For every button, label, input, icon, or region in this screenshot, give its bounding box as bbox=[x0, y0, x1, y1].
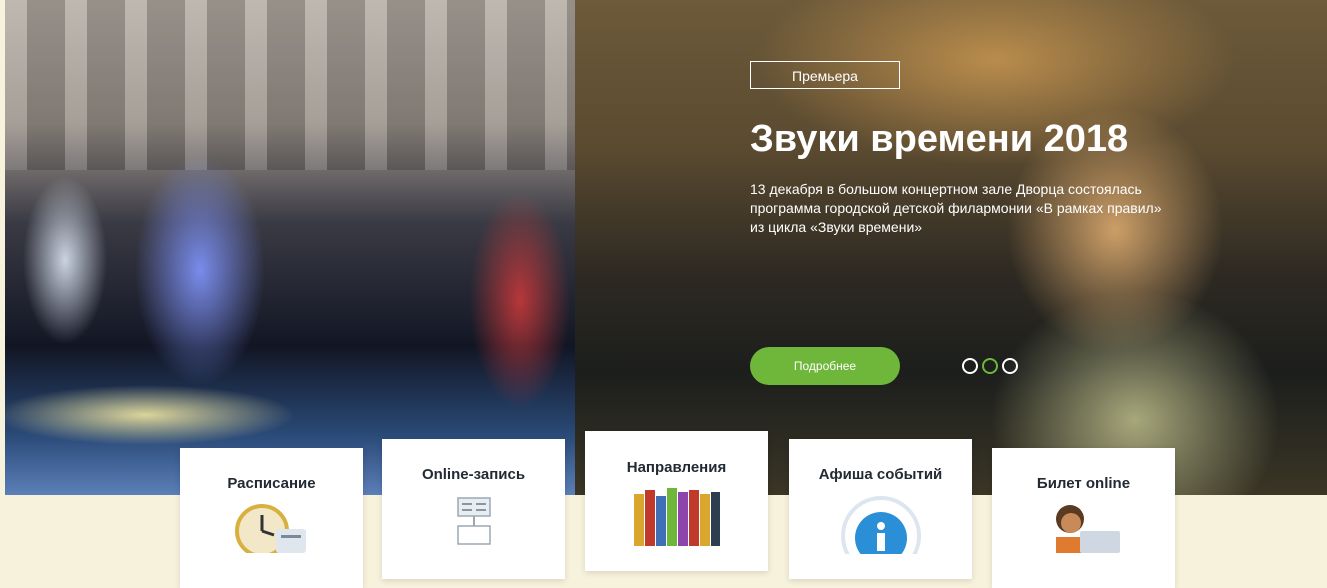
slider-dots bbox=[962, 358, 1022, 376]
card-online-registration[interactable]: Online-запись bbox=[382, 439, 565, 579]
books-icon bbox=[633, 488, 720, 546]
premiere-badge[interactable]: Премьера bbox=[750, 61, 900, 89]
slider-dot-3[interactable] bbox=[1002, 358, 1018, 374]
card-events-poster[interactable]: Афиша событий bbox=[789, 439, 972, 579]
slide-description: 13 декабря в большом концертном зале Дво… bbox=[750, 181, 1162, 235]
card-ticket-online-label: Билет online bbox=[1036, 475, 1131, 492]
card-events-poster-label: Афиша событий bbox=[818, 466, 943, 483]
slide-title: Звуки времени 2018 bbox=[750, 118, 1129, 160]
hero-photo-performance bbox=[5, 0, 575, 495]
card-schedule-label: Расписание bbox=[227, 475, 316, 492]
card-schedule[interactable]: Расписание bbox=[180, 448, 363, 588]
card-directions[interactable]: Направления bbox=[585, 431, 768, 571]
ticket-person-icon bbox=[1046, 503, 1122, 553]
slider-dot-1[interactable] bbox=[962, 358, 978, 374]
hero-photo-arches bbox=[5, 0, 575, 170]
slider-dot-2[interactable] bbox=[982, 358, 998, 374]
hero-slider: Премьера Звуки времени 2018 13 декабря в… bbox=[0, 0, 1327, 495]
card-online-registration-label: Online-запись bbox=[421, 466, 526, 483]
clock-icon bbox=[234, 503, 310, 558]
info-icon bbox=[837, 494, 925, 576]
card-ticket-online[interactable]: Билет online bbox=[992, 448, 1175, 588]
card-directions-label: Направления bbox=[626, 459, 727, 476]
more-button[interactable]: Подробнее bbox=[750, 347, 900, 385]
online-form-icon bbox=[452, 496, 496, 546]
hero-photo-child bbox=[575, 0, 1327, 495]
